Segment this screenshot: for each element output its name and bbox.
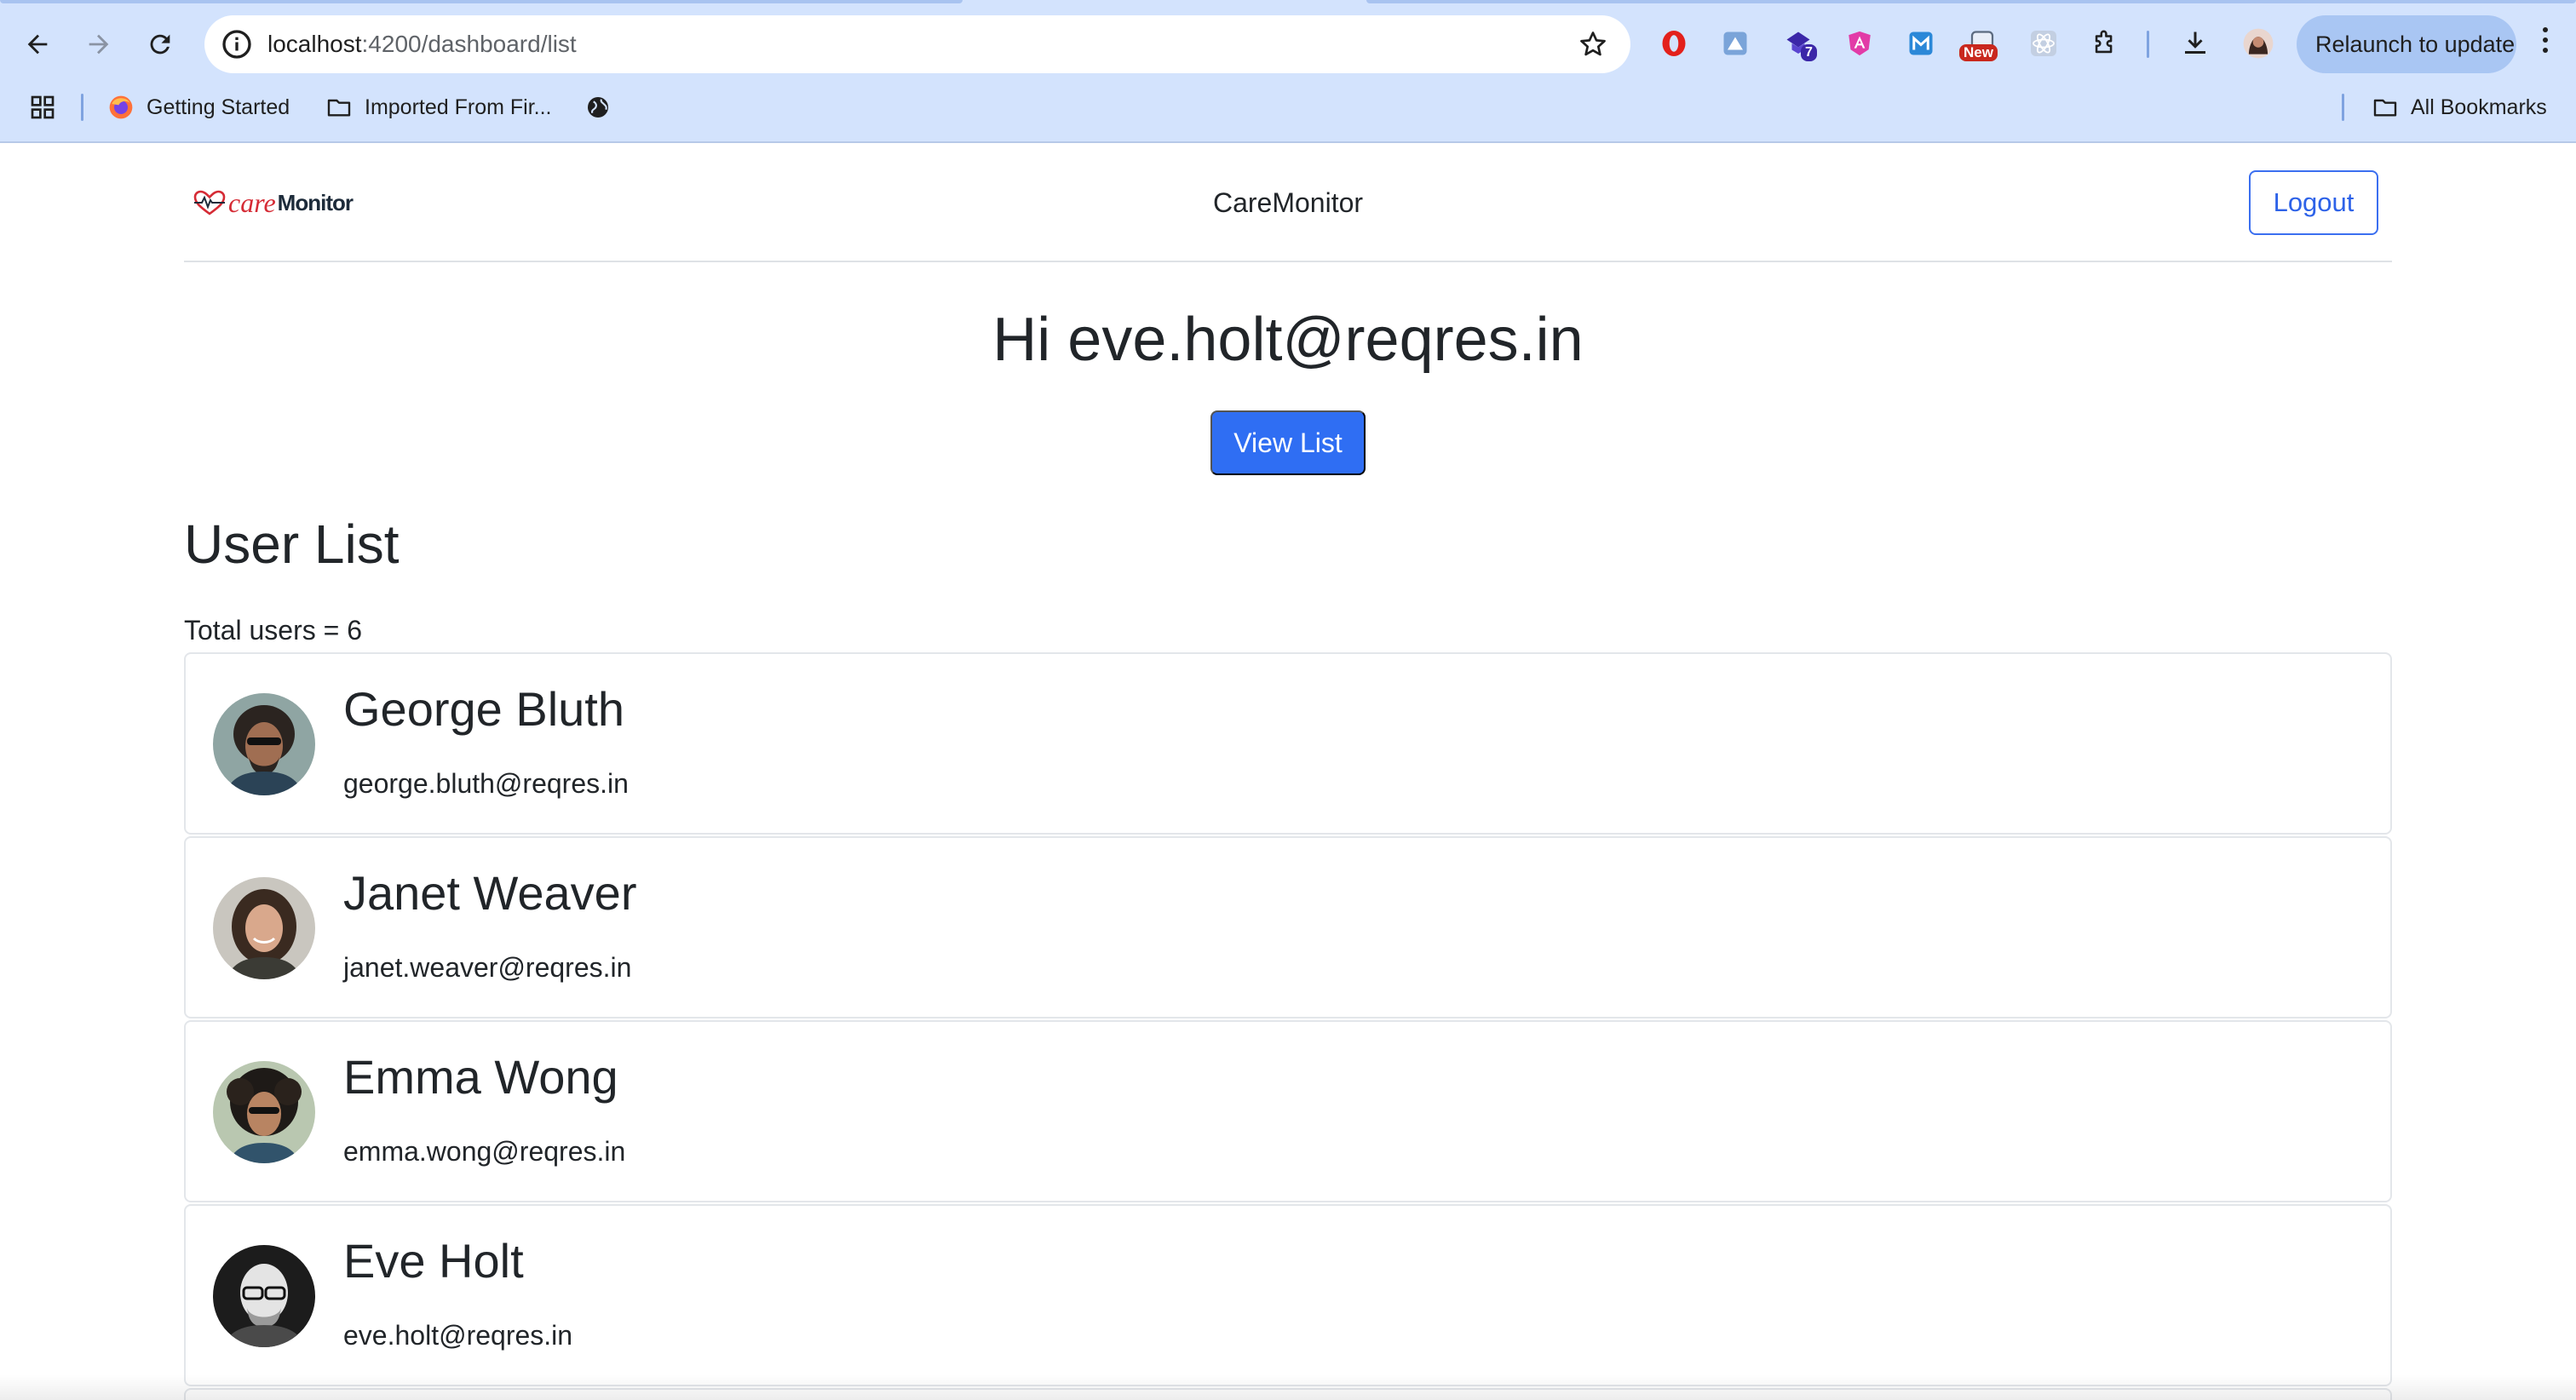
bookmark-star-icon[interactable]	[1578, 29, 1608, 60]
janet-avatar	[213, 877, 315, 979]
eve-avatar	[213, 1245, 315, 1347]
address-bar[interactable]: localhost:4200/dashboard/list	[204, 15, 1630, 73]
user-list-title: User List	[184, 514, 400, 575]
angular-extension-icon[interactable]	[1842, 26, 1877, 61]
reload-button[interactable]	[135, 19, 186, 70]
bookmarks-divider	[81, 94, 83, 121]
user-card[interactable]: Emma Wong emma.wong@reqres.in	[184, 1020, 2392, 1202]
react-devtools-icon[interactable]	[2026, 26, 2061, 61]
reload-icon	[150, 34, 170, 55]
user-name: George Bluth	[343, 682, 624, 736]
bookmark-label: Imported From Fir...	[365, 95, 552, 119]
user-email: emma.wong@reqres.in	[343, 1136, 626, 1167]
user-name: Emma Wong	[343, 1050, 618, 1104]
bookmark-globe[interactable]	[584, 90, 624, 124]
apps-icon[interactable]	[29, 90, 68, 124]
profile-avatar-icon[interactable]	[2240, 26, 2276, 61]
forward-button[interactable]	[73, 19, 124, 70]
all-bookmarks[interactable]: All Bookmarks	[2372, 90, 2547, 124]
site-info-icon[interactable]	[220, 27, 254, 61]
page-content: care Monitor CareMonitor Logout Hi eve.h…	[0, 143, 2576, 1400]
url-host: localhost	[267, 31, 362, 57]
scroll-shadow	[0, 1374, 2576, 1400]
news-extension-icon[interactable]: New	[1959, 26, 2000, 61]
back-button[interactable]	[12, 19, 63, 70]
m-extension-icon[interactable]	[1903, 26, 1939, 61]
bookmarks-divider	[2342, 94, 2344, 121]
opera-extension-icon[interactable]	[1656, 26, 1692, 61]
browser-chrome: localhost:4200/dashboard/list 7 New Rela…	[0, 0, 2576, 143]
globe-icon	[588, 97, 608, 118]
user-name: Janet Weaver	[343, 866, 637, 920]
bookmark-imported-folder[interactable]: Imported From Fir...	[325, 90, 551, 124]
bookmark-label: Getting Started	[147, 95, 290, 119]
all-bookmarks-label: All Bookmarks	[2411, 95, 2547, 119]
folder-icon	[327, 99, 351, 117]
total-users-text: Total users = 6	[184, 615, 362, 645]
app-navbar: care Monitor CareMonitor Logout	[184, 143, 2392, 262]
download-icon[interactable]	[2177, 26, 2213, 61]
user-name: Eve Holt	[343, 1234, 524, 1288]
user-card[interactable]: Janet Weaver janet.weaver@reqres.in	[184, 836, 2392, 1018]
tasks-badge: 7	[1801, 44, 1817, 61]
relaunch-label: Relaunch to update	[2315, 31, 2516, 57]
user-email: george.bluth@reqres.in	[343, 768, 629, 799]
relaunch-to-update-button[interactable]: Relaunch to update	[2297, 15, 2516, 73]
tab-edge	[1366, 0, 2576, 3]
url-text: localhost:4200/dashboard/list	[267, 31, 577, 58]
tab-edge	[0, 0, 963, 3]
toolbar-divider	[2147, 31, 2149, 58]
drive-extension-icon[interactable]	[1717, 26, 1753, 61]
app-title: CareMonitor	[1212, 187, 1364, 218]
emma-avatar	[213, 1061, 315, 1163]
bookmark-getting-started[interactable]: Getting Started	[107, 90, 290, 124]
arrow-left-icon	[27, 34, 48, 55]
logout-button[interactable]: Logout	[2249, 170, 2378, 235]
extensions-puzzle-icon[interactable]	[2087, 26, 2123, 61]
url-path: :4200/dashboard/list	[361, 31, 577, 57]
user-email: janet.weaver@reqres.in	[343, 952, 632, 983]
firefox-icon	[109, 95, 133, 119]
news-badge: New	[1959, 44, 1998, 61]
folder-icon	[2373, 99, 2397, 117]
arrow-right-icon	[89, 34, 109, 55]
user-card[interactable]: George Bluth george.bluth@reqres.in	[184, 652, 2392, 835]
tasks-extension-icon[interactable]: 7	[1780, 26, 1817, 61]
view-list-button[interactable]: View List	[1210, 410, 1366, 475]
greeting-heading: Hi eve.holt@reqres.in	[992, 306, 1584, 374]
user-email: eve.holt@reqres.in	[343, 1320, 573, 1351]
chrome-menu-icon[interactable]	[2542, 27, 2549, 61]
george-avatar	[213, 693, 315, 795]
user-card[interactable]: Eve Holt eve.holt@reqres.in	[184, 1204, 2392, 1386]
